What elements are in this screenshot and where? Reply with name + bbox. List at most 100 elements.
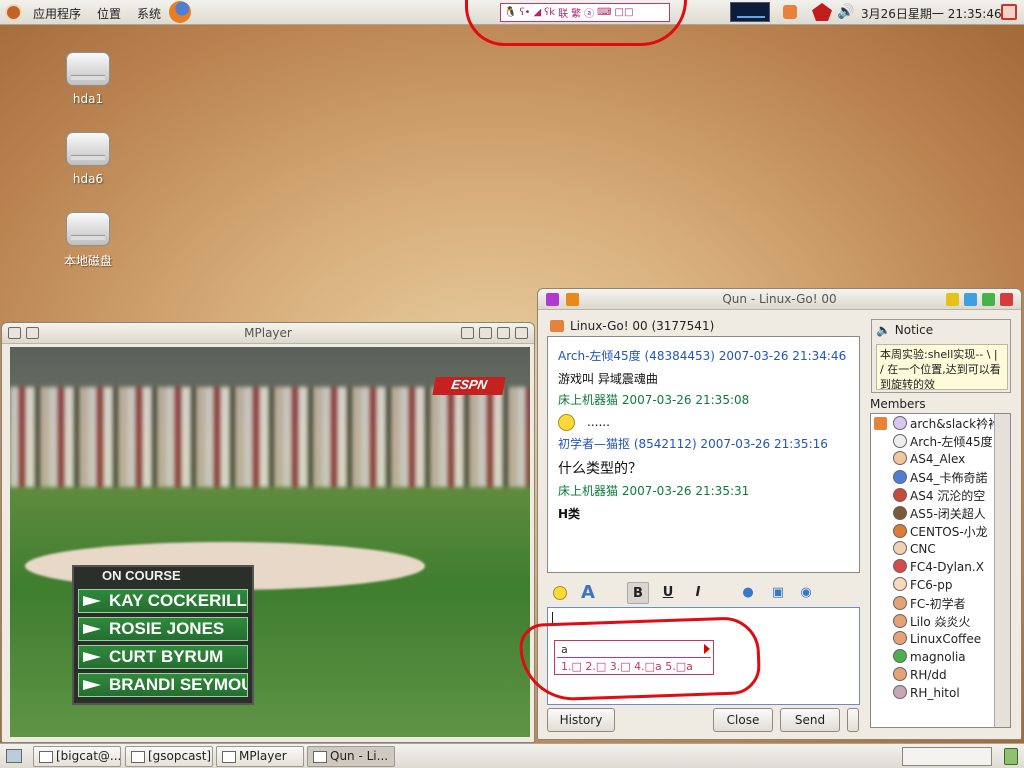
task-qun[interactable]: Qun - Li... <box>307 746 395 767</box>
user-tray-icon[interactable] <box>783 5 797 19</box>
window-above-button[interactable] <box>461 327 474 339</box>
drive-icon <box>66 52 110 86</box>
message-body: H类 <box>558 507 581 521</box>
member-item[interactable]: AS4_卡佈奇諾 <box>893 469 987 487</box>
member-item[interactable]: CENTOS-小龙 <box>893 523 988 541</box>
message-body: 什么类型的？ <box>558 461 642 477</box>
member-item[interactable]: RH_hitol <box>893 685 960 703</box>
message-header: Arch-左倾45度 (48384453) 2007-03-26 21:34:4… <box>558 349 847 363</box>
smiley-emoticon-icon <box>558 414 575 431</box>
member-name: FC6-pp <box>910 578 953 592</box>
show-desktop-icon[interactable] <box>6 749 22 763</box>
task-terminal[interactable]: [bigcat@... <box>33 746 121 767</box>
close-button[interactable]: Close <box>713 708 773 732</box>
desktop-icon-hda1[interactable]: hda1 <box>53 52 123 106</box>
workspace-switcher[interactable] <box>902 747 992 766</box>
member-name: AS4_Alex <box>910 452 966 466</box>
member-item[interactable]: Lilo 焱炎火 <box>893 613 971 631</box>
avatar <box>893 416 907 430</box>
overlay-player-row: KAY COCKERILL <box>78 589 248 613</box>
places-menu[interactable]: 位置 <box>97 5 121 22</box>
drive-icon <box>66 212 110 246</box>
logout-icon[interactable] <box>1001 4 1017 20</box>
member-name: AS4 沉沦的空 <box>910 489 986 503</box>
members-scrollbar[interactable] <box>994 414 1010 727</box>
avatar <box>893 434 907 448</box>
desktop-icon-hda6[interactable]: hda6 <box>53 132 123 186</box>
clock[interactable]: 3月26日星期一 21:35:46 <box>861 5 1002 22</box>
member-item[interactable]: FC-初学者 <box>893 595 966 613</box>
red-annotation-top <box>465 0 687 46</box>
member-item[interactable]: arch&slack衿衿 <box>893 415 1000 433</box>
video-frame[interactable]: ESPN ON COURSE KAY COCKERILL ROSIE JONES… <box>10 347 530 737</box>
task-mplayer[interactable]: MPlayer <box>216 746 304 767</box>
chat-history-icon[interactable]: ◉ <box>795 582 817 604</box>
ubuntu-logo-icon[interactable] <box>5 4 22 21</box>
applications-menu[interactable]: 应用程序 <box>33 5 81 22</box>
avatar <box>893 524 907 538</box>
overlay-header: ON COURSE <box>102 568 181 583</box>
member-item[interactable]: FC4-Dylan.X <box>893 559 984 577</box>
send-button[interactable]: Send <box>780 708 840 732</box>
task-gsopcast[interactable]: [gsopcast] <box>125 746 213 767</box>
send-options-button[interactable] <box>847 708 859 732</box>
notice-text: 本周实验:shell实现-- \ | / 在一个位置,达到可以看到旋转的效 <box>876 344 1008 390</box>
format-toolbar: A B U I ● ▣ ◉ <box>547 579 860 605</box>
member-item[interactable]: AS4 沉沦的空 <box>893 487 985 505</box>
member-item[interactable]: magnolia <box>893 649 966 667</box>
window-minimize-button[interactable] <box>964 293 977 306</box>
system-monitor-applet[interactable] <box>730 2 770 22</box>
member-name: FC-初学者 <box>910 597 966 611</box>
avatar <box>893 614 907 628</box>
mplayer-titlebar[interactable]: MPlayer <box>2 323 534 344</box>
window-minimize-button[interactable] <box>479 327 492 339</box>
member-item[interactable]: FC6-pp <box>893 577 952 595</box>
member-item[interactable]: AS5-闭关超人 <box>893 505 986 523</box>
member-item[interactable]: AS4_Alex <box>893 451 965 469</box>
update-notifier-icon[interactable] <box>812 3 832 21</box>
avatar <box>893 488 907 502</box>
avatar <box>893 470 907 484</box>
chat-log[interactable]: Arch-左倾45度 (48384453) 2007-03-26 21:34:4… <box>547 336 860 573</box>
italic-button[interactable]: I <box>687 582 709 604</box>
avatar <box>893 685 907 699</box>
members-list[interactable]: arch&slack衿衿 Arch-左倾45度 AS4_Alex AS4_卡佈奇… <box>870 413 1011 728</box>
window-close-button[interactable] <box>1000 293 1013 306</box>
speaker-icon: 🔈 <box>876 323 895 337</box>
avatar <box>893 596 907 610</box>
member-item[interactable]: LinuxCoffee <box>893 631 981 649</box>
avatar <box>893 577 907 591</box>
window-maximize-button[interactable] <box>497 327 510 339</box>
window-above-button[interactable] <box>946 293 959 306</box>
member-item[interactable]: CNC <box>893 541 936 559</box>
font-icon[interactable]: A <box>577 582 599 604</box>
system-menu[interactable]: 系统 <box>137 5 161 22</box>
emoticon-icon[interactable] <box>549 582 571 604</box>
member-item[interactable]: Arch-左倾45度 <box>893 433 993 451</box>
member-name: CENTOS-小龙 <box>910 525 988 539</box>
member-name: CNC <box>910 542 936 556</box>
desktop-icon-local-disk[interactable]: 本地磁盘 <box>53 212 123 269</box>
member-item[interactable]: RH/dd <box>893 667 947 685</box>
member-name: RH_hitol <box>910 686 960 700</box>
trash-icon[interactable] <box>1004 748 1018 765</box>
window-close-button[interactable] <box>515 327 528 339</box>
screenshot-icon[interactable]: ▣ <box>767 582 789 604</box>
avatar <box>893 667 907 681</box>
bottom-panel: [bigcat@... [gsopcast] MPlayer Qun - Li.… <box>0 743 1024 768</box>
bold-button[interactable]: B <box>627 582 649 604</box>
mplayer-window[interactable]: MPlayer ESPN ON COURSE KAY COCKERILL ROS… <box>1 322 535 743</box>
qun-titlebar[interactable]: Qun - Linux-Go! 00 <box>538 289 1021 310</box>
history-button[interactable]: History <box>547 708 615 732</box>
group-name: Linux-Go! 00 (3177541) <box>570 319 715 333</box>
window-maximize-button[interactable] <box>982 293 995 306</box>
color-icon[interactable]: ● <box>737 582 759 604</box>
avatar <box>893 631 907 645</box>
overlay-player-row: CURT BYRUM <box>78 645 248 669</box>
firefox-icon[interactable] <box>169 1 191 23</box>
avatar <box>893 541 907 555</box>
underline-button[interactable]: U <box>657 582 679 604</box>
system-monitor-graph <box>737 10 765 18</box>
volume-icon[interactable]: 🔊 <box>837 4 854 20</box>
on-course-overlay: ON COURSE KAY COCKERILL ROSIE JONES CURT… <box>72 565 254 705</box>
